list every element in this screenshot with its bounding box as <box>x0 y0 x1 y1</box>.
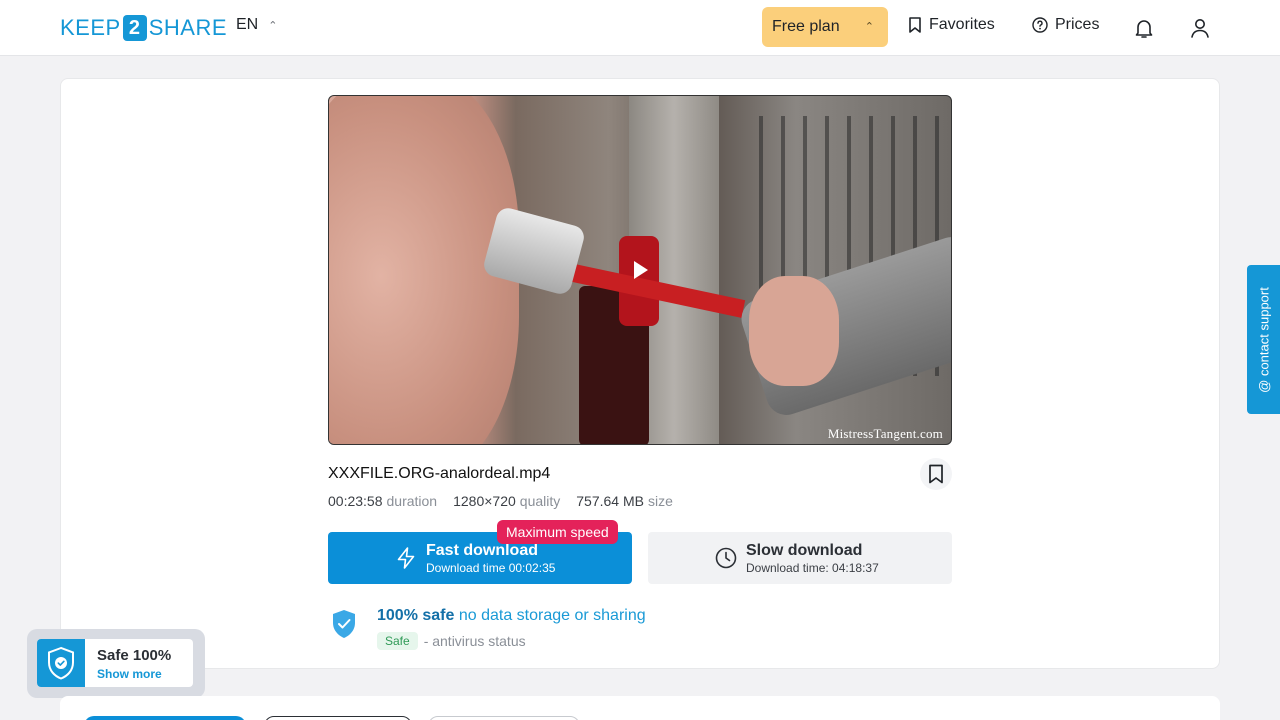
duration-label: duration <box>386 493 438 509</box>
clock-icon <box>715 547 737 569</box>
favorites-label: Favorites <box>929 16 995 33</box>
size-value: 757.64 MB <box>576 493 644 509</box>
site-logo[interactable]: KEEP 2 SHARE <box>60 14 227 42</box>
size-label: size <box>647 493 673 509</box>
slow-download-time: Download time: 04:18:37 <box>746 561 879 575</box>
file-meta: 00:23:58 duration 1280×720 quality 757.64 … <box>328 493 673 509</box>
safe-widget-iconbox <box>37 639 85 687</box>
chevron-up-icon: ⌃ <box>268 19 278 32</box>
video-scene-hand <box>749 276 839 386</box>
language-selector[interactable]: EN ⌃ <box>236 16 277 34</box>
file-name: XXXFILE.ORG-analordeal.mp4 <box>328 465 551 482</box>
shield-check-icon <box>333 610 355 638</box>
quality-label: quality <box>519 493 561 509</box>
language-label: EN <box>236 16 259 33</box>
contact-support-label: @ contact support <box>1256 286 1271 393</box>
bolt-icon <box>397 547 415 569</box>
safe-widget[interactable]: Safe 100% Show more <box>27 629 205 698</box>
top-header: KEEP 2 SHARE EN ⌃ Free plan ⌃ Favorites … <box>0 0 1280 56</box>
duration-value: 00:23:58 <box>328 493 383 509</box>
meta-size: 757.64 MB size <box>576 493 673 509</box>
safety-rest: no data storage or sharing <box>458 607 646 624</box>
free-plan-button[interactable]: Free plan ⌃ <box>762 7 888 47</box>
logo-text-two: 2 <box>122 15 147 41</box>
fast-download-time: Download time 00:02:35 <box>426 561 556 575</box>
video-watermark: MistressTangent.com <box>827 426 943 441</box>
slow-download-button[interactable]: Slow download Download time: 04:18:37 <box>648 532 952 584</box>
safe-tag: Safe <box>377 632 418 650</box>
contact-support-tab[interactable]: @ contact support <box>1247 265 1280 414</box>
safety-strong: 100% safe <box>377 607 455 624</box>
meta-duration: 00:23:58 duration <box>328 493 437 509</box>
prices-link[interactable]: Prices <box>1032 16 1099 34</box>
shield-check-icon <box>48 646 74 680</box>
tab-pill[interactable] <box>428 716 580 720</box>
tab-pill[interactable] <box>264 716 412 720</box>
show-more-link[interactable]: Show more <box>97 667 162 681</box>
video-preview[interactable]: MistressTangent.com <box>328 95 952 445</box>
safe-widget-inner: Safe 100% Show more <box>37 639 193 687</box>
fast-download-title: Fast download <box>426 542 538 559</box>
favorites-link[interactable]: Favorites <box>908 16 995 34</box>
user-icon[interactable] <box>1188 16 1212 40</box>
add-favorite-button[interactable] <box>920 458 952 490</box>
play-icon[interactable] <box>634 261 648 279</box>
max-speed-badge: Maximum speed <box>497 520 618 544</box>
logo-text-keep: KEEP <box>60 15 121 40</box>
antivirus-status: Safe - antivirus status <box>377 632 526 650</box>
antivirus-status-label: - antivirus status <box>423 633 526 649</box>
quality-value: 1280×720 <box>453 493 516 509</box>
chevron-up-icon: ⌃ <box>864 21 874 33</box>
meta-quality: 1280×720 quality <box>453 493 560 509</box>
prices-label: Prices <box>1055 16 1100 33</box>
free-plan-label: Free plan <box>772 18 840 35</box>
slow-download-title: Slow download <box>746 542 863 559</box>
bookmark-icon <box>909 17 921 33</box>
bookmark-icon <box>929 464 943 484</box>
safe-widget-title: Safe 100% <box>97 647 172 664</box>
help-circle-icon <box>1032 17 1048 33</box>
tab-pill-active[interactable] <box>84 716 246 720</box>
bell-icon[interactable] <box>1132 16 1156 40</box>
safety-statement: 100% safe no data storage or sharing <box>377 607 646 625</box>
logo-text-share: SHARE <box>148 15 227 40</box>
secondary-card <box>60 696 1220 720</box>
